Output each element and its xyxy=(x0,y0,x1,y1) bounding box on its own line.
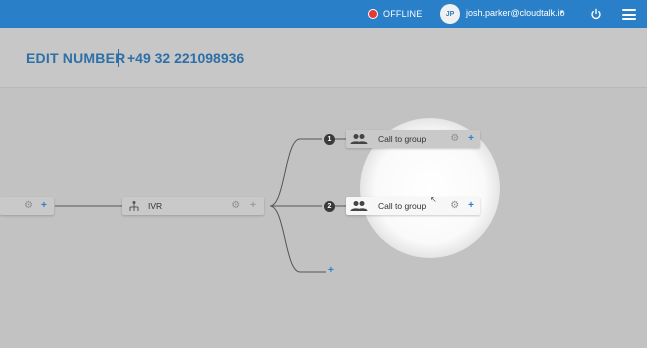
branch-1-badge: 1 xyxy=(324,134,335,145)
flow-connectors xyxy=(55,138,347,273)
call-to-group-node-2[interactable]: Call to group ⚙ + xyxy=(346,197,480,215)
ivr-label: IVR xyxy=(148,201,163,211)
call-to-group-node-1[interactable]: Call to group ⚙ + xyxy=(346,130,480,148)
add-icon[interactable]: + xyxy=(250,201,256,211)
group-icon xyxy=(350,134,368,144)
node-label: Call to group xyxy=(378,134,427,144)
ivr-node[interactable]: IVR ⚙ + xyxy=(122,197,264,215)
gear-icon[interactable]: ⚙ xyxy=(24,201,33,211)
branch-2-badge: 2 xyxy=(324,201,335,212)
ivr-icon xyxy=(129,201,139,211)
start-node[interactable]: ⚙ + xyxy=(0,197,54,215)
mouse-cursor-icon: ↖ xyxy=(430,195,437,204)
add-icon[interactable]: + xyxy=(468,134,474,144)
gear-icon[interactable]: ⚙ xyxy=(450,201,459,211)
node-label: Call to group xyxy=(378,201,427,211)
add-icon[interactable]: + xyxy=(468,201,474,211)
add-icon[interactable]: + xyxy=(41,201,47,211)
gear-icon[interactable]: ⚙ xyxy=(231,201,240,211)
add-branch-button[interactable]: + xyxy=(328,266,334,276)
group-icon xyxy=(350,201,368,211)
gear-icon[interactable]: ⚙ xyxy=(450,134,459,144)
